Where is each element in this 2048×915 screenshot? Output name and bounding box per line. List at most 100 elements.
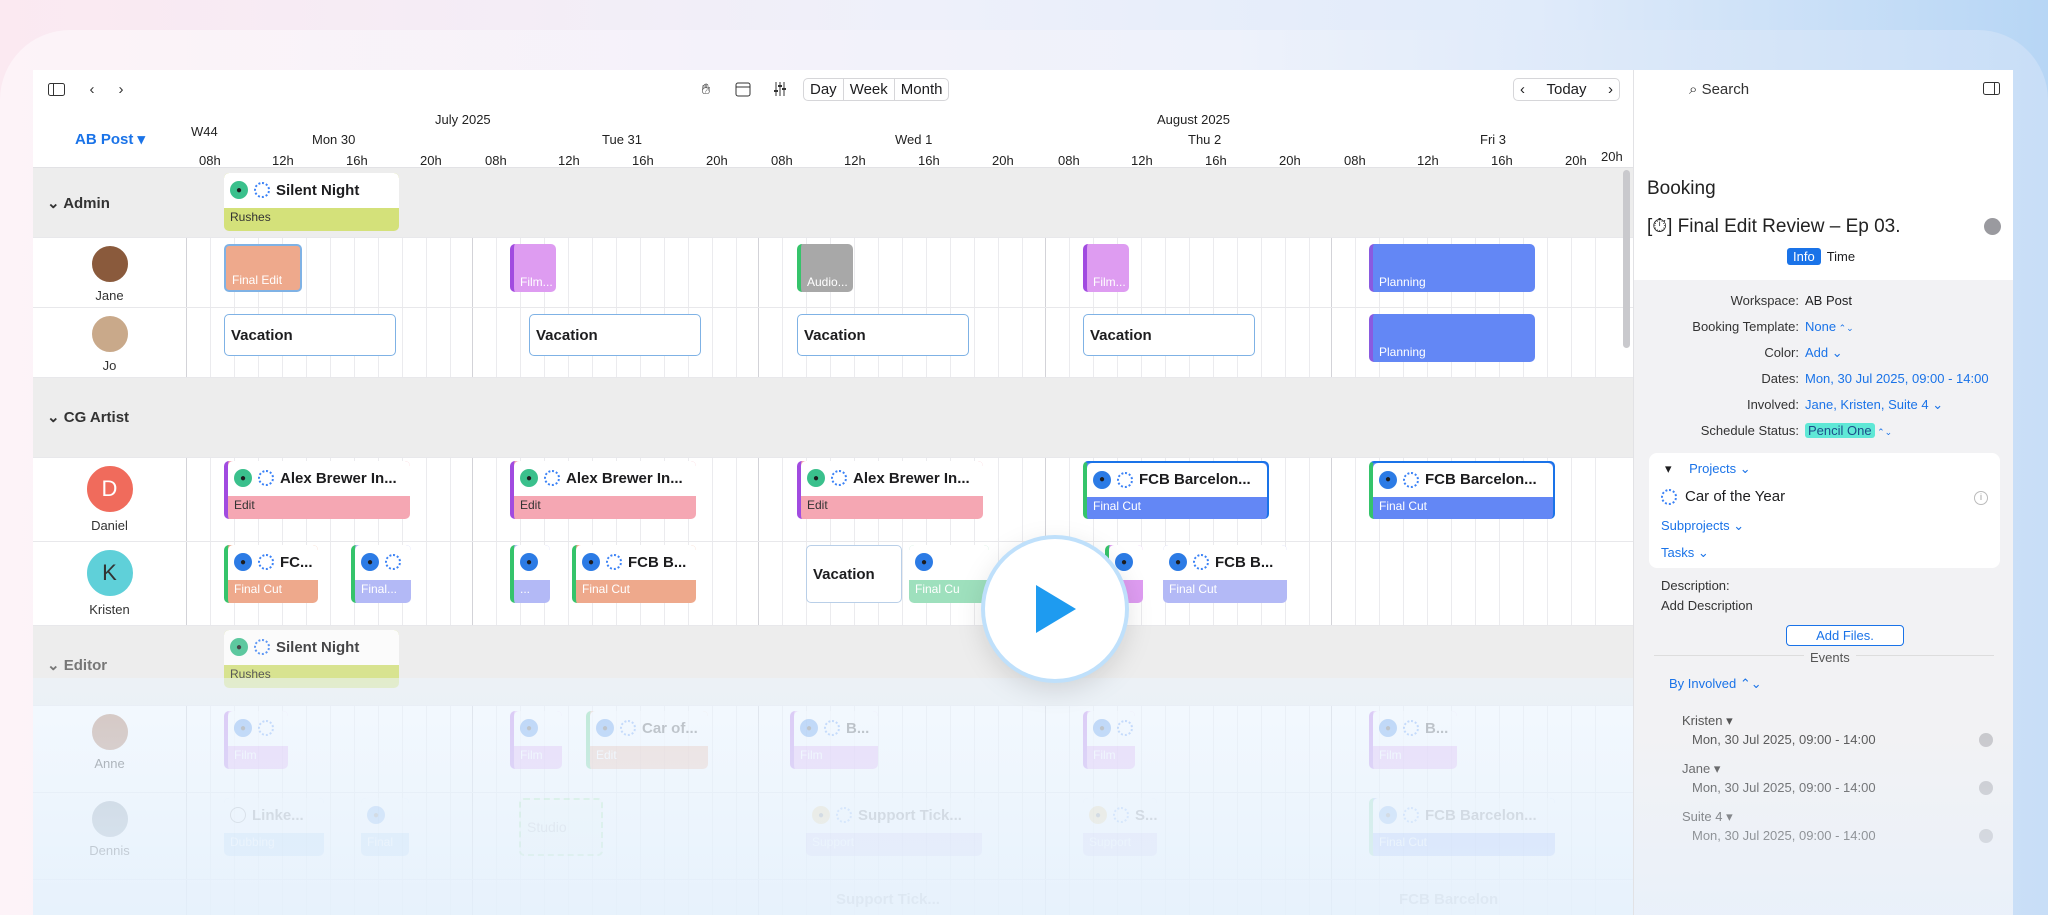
info-icon[interactable]: i [1974, 491, 1988, 505]
event-fcb-b[interactable]: ● FCB B... Final Cut [1163, 545, 1287, 603]
person-jo[interactable]: Jo [33, 314, 186, 373]
person-anne[interactable]: Anne [33, 712, 186, 771]
event-audio[interactable]: Audio... [797, 244, 853, 292]
event-vacation[interactable]: Vacation [806, 545, 902, 603]
back-icon[interactable]: ‹ [82, 79, 102, 99]
event-film[interactable]: ● B... Film [1369, 711, 1457, 769]
forward-icon[interactable]: › [111, 79, 131, 99]
event-alex-brewer[interactable]: ● Alex Brewer In... Edit [224, 461, 410, 519]
event-type: ... [520, 581, 531, 596]
hand-icon[interactable]: ✋︎ [696, 79, 716, 99]
field-value[interactable]: Add ⌄ [1805, 345, 1843, 361]
prev-week-icon[interactable]: ‹ [1520, 81, 1525, 98]
field-value[interactable]: Mon, 30 Jul 2025, 09:00 - 14:00 [1805, 371, 1989, 386]
panel-toggle-icon[interactable] [1983, 82, 2000, 100]
calendar-icon[interactable] [733, 79, 753, 99]
event-group-toggle[interactable]: Kristen ▾ [1682, 713, 1733, 729]
project-item[interactable]: Car of the Year [1661, 488, 1785, 505]
event-silent-night[interactable]: ● Silent Night Rushes [224, 173, 399, 231]
event-support-ticket[interactable]: ● Support Tick... Support [806, 798, 982, 856]
event-linked[interactable]: Linke... Dubbing [224, 798, 324, 856]
tab-info[interactable]: Info [1787, 248, 1821, 265]
event-final[interactable]: ● Final [361, 798, 409, 856]
event-planning[interactable]: Planning [1369, 244, 1535, 292]
today-button[interactable]: Today [1546, 81, 1586, 98]
booking-title[interactable]: Final Edit Review – Ep 03. [1678, 216, 1901, 237]
event-support-ticket[interactable]: Support Tick... [806, 886, 982, 915]
search-button[interactable]: ⌕ Search [1689, 81, 1749, 98]
event-vacation[interactable]: Vacation [224, 314, 396, 356]
tab-time[interactable]: Time [1821, 248, 1861, 265]
event-film[interactable]: Film... [1083, 244, 1129, 292]
field-value-text: AB Post [1805, 293, 1852, 308]
workspace-selector[interactable]: AB Post ▾ [75, 130, 145, 148]
remove-event-icon[interactable] [1979, 829, 1993, 843]
status-ring-icon [1403, 471, 1419, 488]
add-files-button[interactable]: Add Files. [1786, 625, 1904, 646]
projects-toggle[interactable]: ▾ Projects ⌄ [1665, 461, 1751, 477]
event-final-edit[interactable]: Final Edit [224, 244, 302, 292]
event-fc[interactable]: ● FC... Final Cut [224, 545, 318, 603]
event-title: Silent Night [276, 638, 360, 656]
event-fcb-b[interactable]: ● FCB B... Final Cut [572, 545, 696, 603]
more-options-icon[interactable] [1984, 218, 2001, 235]
field-value[interactable]: Pencil One ⌃⌄ [1805, 423, 1892, 438]
description-input[interactable]: Add Description [1661, 598, 1753, 613]
event-group-toggle[interactable]: Suite 4 ▾ [1682, 809, 1733, 825]
subprojects-toggle[interactable]: Subprojects ⌄ [1661, 518, 1744, 534]
event-support-ticket[interactable]: ● S... Support [1083, 798, 1157, 856]
view-day-button[interactable]: Day [804, 79, 844, 100]
event-film[interactable]: ● Film [510, 711, 562, 769]
group-toggle-cg-artist[interactable]: ⌄ CG Artist [47, 408, 129, 426]
event-fcb-barcelona[interactable]: ● FCB Barcelon... Final Cut [1369, 461, 1555, 519]
field-value[interactable]: None ⌃⌄ [1805, 319, 1854, 334]
event-vacation[interactable]: Vacation [1083, 314, 1255, 356]
person-daniel[interactable]: D Daniel [33, 464, 186, 533]
sidebar-toggle-icon[interactable] [46, 79, 66, 99]
event-car-of-year[interactable]: ● Car of... Edit [586, 711, 708, 769]
event-alex-brewer[interactable]: ● Alex Brewer In... Edit [510, 461, 696, 519]
status-ring-icon [1403, 720, 1419, 737]
field-key: Booking Template: [1692, 319, 1799, 334]
person-dennis[interactable]: Dennis [33, 799, 186, 858]
field-value-text: Jane, Kristen, Suite 4 [1805, 397, 1929, 412]
person-name: Daniel [91, 518, 128, 533]
event-small[interactable]: ● ... [510, 545, 550, 603]
event-vacation[interactable]: Vacation [797, 314, 969, 356]
group-toggle-editor[interactable]: ⌄ Editor [47, 656, 107, 674]
field-value[interactable]: Jane, Kristen, Suite 4 ⌄ [1805, 397, 1943, 413]
group-row-cg-artist: ⌄ CG Artist [33, 378, 1633, 458]
event-fcb-barcelona[interactable]: ● FCB Barcelon... Final Cut [1083, 461, 1269, 519]
play-button[interactable] [985, 539, 1125, 679]
view-month-button[interactable]: Month [895, 79, 949, 100]
event-film[interactable]: ● Film [1083, 711, 1135, 769]
event-vacation[interactable]: Vacation [529, 314, 701, 356]
by-involved-select[interactable]: By Involved ⌃⌄ [1669, 676, 1762, 692]
person-kristen[interactable]: K Kristen [33, 548, 186, 617]
status-ring-icon [1661, 488, 1677, 505]
event-final[interactable]: ● Final... [351, 545, 411, 603]
event-fcb-barcelona[interactable]: FCB Barcelon [1369, 886, 1555, 915]
event-alex-brewer[interactable]: ● Alex Brewer In... Edit [797, 461, 983, 519]
group-toggle-admin[interactable]: ⌄ Admin [47, 194, 110, 212]
person-jane[interactable]: Jane [33, 244, 186, 303]
event-type: Final Cut [582, 581, 631, 596]
event-film[interactable]: ● B... Film [790, 711, 878, 769]
event-final-cut[interactable]: ● Final Cu [909, 545, 989, 603]
view-week-button[interactable]: Week [844, 79, 895, 100]
event-group-toggle[interactable]: Jane ▾ [1682, 761, 1720, 777]
event-film[interactable]: Film... [510, 244, 556, 292]
event-type: Film [1093, 747, 1116, 762]
event-studio[interactable]: Studio [519, 798, 603, 856]
vertical-scrollbar[interactable] [1623, 170, 1630, 348]
remove-event-icon[interactable] [1979, 781, 1993, 795]
next-week-icon[interactable]: › [1608, 81, 1613, 98]
tasks-toggle[interactable]: Tasks ⌄ [1661, 545, 1709, 561]
timeline-header: AB Post ▾ W44 July 2025 August 2025 Mon … [33, 108, 1633, 168]
event-film[interactable]: ● Film [224, 711, 288, 769]
event-planning[interactable]: Planning [1369, 314, 1535, 362]
event-silent-night[interactable]: ● Silent Night Rushes [224, 630, 399, 688]
filter-sliders-icon[interactable] [770, 79, 790, 99]
event-fcb-barcelona[interactable]: ● FCB Barcelon... Final Cut [1369, 798, 1555, 856]
remove-event-icon[interactable] [1979, 733, 1993, 747]
